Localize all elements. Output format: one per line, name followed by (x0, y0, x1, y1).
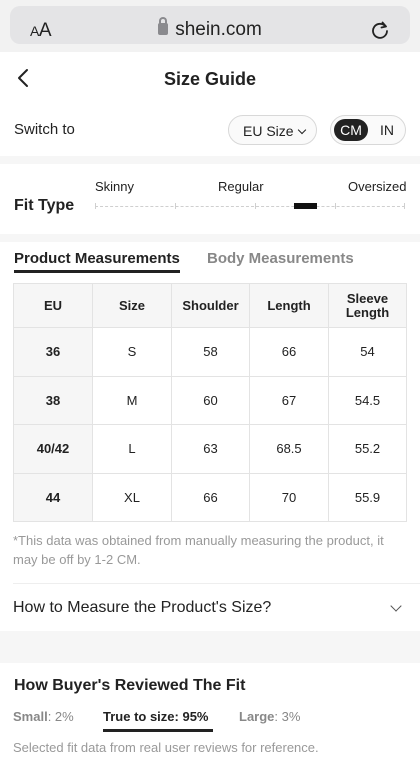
table-cell: 67 (249, 375, 329, 425)
unit-in-button[interactable]: IN (373, 119, 401, 141)
table-cell: L (92, 424, 172, 474)
table-row: 36 S 58 66 54 (13, 327, 407, 377)
fit-scale-marker (294, 203, 318, 209)
fit-stat-large-value: : 3% (274, 709, 301, 724)
table-cell: 63 (171, 424, 250, 474)
fit-option-regular: Regular (218, 179, 264, 194)
table-cell: 60 (171, 375, 250, 425)
table-cell: 40/42 (13, 424, 93, 474)
measurement-note: *This data was obtained from manually me… (13, 533, 384, 567)
table-cell: 44 (13, 472, 93, 522)
fit-scale-tick (95, 203, 96, 209)
fit-scale-tick (335, 203, 336, 209)
table-cell: 54.5 (328, 375, 407, 425)
tab-body-measurements[interactable]: Body Measurements (207, 250, 354, 267)
active-tab-underline (14, 270, 180, 273)
fit-type-label: Fit Type (14, 197, 75, 214)
page-header: Size Guide (0, 52, 420, 104)
true-to-size-underline (103, 729, 213, 732)
fit-option-oversized: Oversized (348, 179, 407, 194)
fit-stat-large: Large: 3% (239, 709, 300, 724)
how-to-measure-label: How to Measure the Product's Size? (13, 599, 272, 616)
fit-option-skinny: Skinny (95, 179, 135, 194)
address-bar[interactable]: AA shein.com (10, 6, 410, 44)
section-divider (0, 156, 420, 164)
table-cell: 36 (13, 327, 93, 377)
table-cell: 38 (13, 375, 93, 425)
column-header-sleeve-length: Sleeve Length (328, 283, 407, 328)
how-to-measure-row[interactable]: How to Measure the Product's Size? (0, 584, 420, 630)
column-header-length: Length (249, 283, 329, 328)
fit-scale-track (95, 206, 405, 207)
size-system-select[interactable]: EU Size (228, 115, 317, 145)
column-header-eu: EU (13, 283, 93, 328)
lock-icon (158, 17, 169, 35)
size-table: EU Size Shoulder Length Sleeve Length 36… (13, 283, 407, 522)
table-cell: 55.9 (328, 472, 407, 522)
table-cell: M (92, 375, 172, 425)
fit-scale-tick (404, 203, 405, 209)
table-cell: 66 (249, 327, 329, 377)
table-cell: 68.5 (249, 424, 329, 474)
column-header-size: Size (92, 283, 172, 328)
reload-icon[interactable] (370, 20, 390, 40)
fit-stat-small-value: : 2% (47, 709, 74, 724)
section-divider (0, 631, 420, 663)
fit-scale-tick (255, 203, 256, 209)
unit-toggle[interactable]: CM IN (330, 115, 406, 145)
table-cell: 54 (328, 327, 407, 377)
reviews-title: How Buyer's Reviewed The Fit (14, 677, 246, 694)
chevron-down-icon (390, 600, 402, 612)
table-cell: S (92, 327, 172, 377)
unit-cm-button[interactable]: CM (334, 119, 368, 141)
fit-stat-large-label: Large (239, 709, 275, 724)
page-title: Size Guide (163, 69, 257, 89)
fit-type-section: Fit Type Skinny Regular Oversized (0, 164, 420, 234)
url-display[interactable]: shein.com (10, 17, 410, 41)
browser-bar: AA shein.com (0, 0, 420, 52)
column-header-shoulder: Shoulder (171, 283, 250, 328)
table-header-row: EU Size Shoulder Length Sleeve Length (13, 283, 407, 328)
table-cell: 66 (171, 472, 250, 522)
table-row: 38 M 60 67 54.5 (13, 375, 407, 425)
fit-stat-small-label: Small (13, 709, 48, 724)
switch-label: Switch to (14, 121, 75, 138)
chevron-down-icon (297, 125, 306, 135)
section-divider (0, 234, 420, 242)
table-cell: 55.2 (328, 424, 407, 474)
fit-scale-tick (175, 203, 176, 209)
tab-product-measurements[interactable]: Product Measurements (14, 250, 180, 267)
size-system-value: EU Size (243, 123, 294, 139)
fit-stat-small: Small: 2% (13, 709, 74, 724)
table-row: 40/42 L 63 68.5 55.2 (13, 424, 407, 474)
fit-stat-true-to-size: True to size: 95% (103, 709, 209, 724)
table-cell: 70 (249, 472, 329, 522)
table-row: 44 XL 66 70 55.9 (13, 472, 407, 522)
table-cell: 58 (171, 327, 250, 377)
table-cell: XL (92, 472, 172, 522)
reviews-footnote: Selected fit data from real user reviews… (13, 740, 319, 755)
unit-switch-row: Switch to EU Size CM IN (0, 104, 420, 156)
url-text: shein.com (175, 19, 262, 40)
